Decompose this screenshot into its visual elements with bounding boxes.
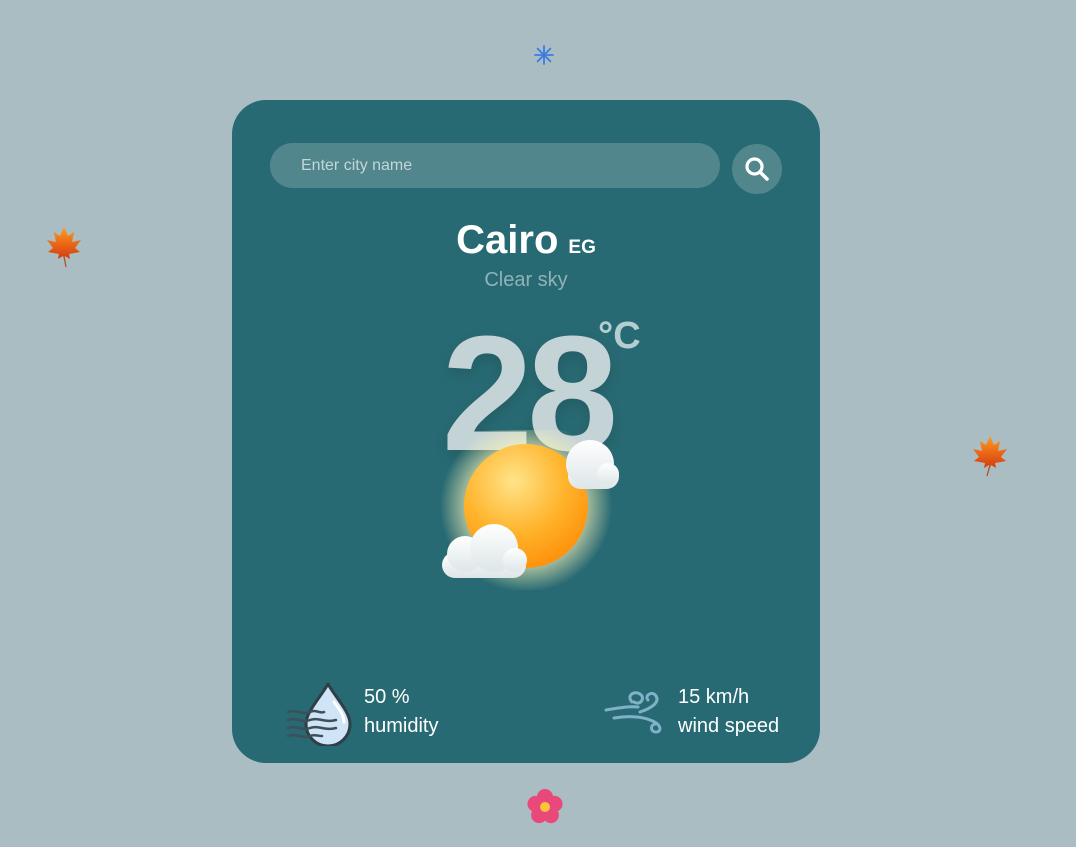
snowflake-icon	[534, 45, 554, 65]
maple-leaf-icon	[47, 227, 81, 268]
humidity-drop-icon	[286, 682, 352, 746]
weather-description: Clear sky	[484, 269, 568, 291]
flower-icon	[527, 789, 563, 824]
maple-leaf-icon	[973, 436, 1007, 477]
sun-with-clouds-icon	[440, 430, 619, 590]
temperature-unit: °C	[598, 315, 641, 357]
humidity-stat: 50 % humidity	[364, 683, 438, 741]
city-search-input[interactable]	[270, 143, 720, 188]
search-icon	[745, 157, 769, 181]
wind-stat: 15 km/h wind speed	[678, 683, 779, 741]
humidity-value: 50 %	[364, 686, 410, 708]
wind-value: 15 km/h	[678, 686, 750, 708]
humidity-label: humidity	[364, 715, 439, 737]
location-heading: Cairo EG	[232, 218, 820, 263]
search-button[interactable]	[732, 144, 782, 194]
wind-label: wind speed	[678, 715, 780, 737]
wind-icon	[604, 691, 662, 734]
country-code: EG	[568, 237, 596, 258]
city-name: Cairo	[456, 218, 559, 262]
weather-card: CairoEG Clear sky 28 °C	[232, 100, 820, 763]
